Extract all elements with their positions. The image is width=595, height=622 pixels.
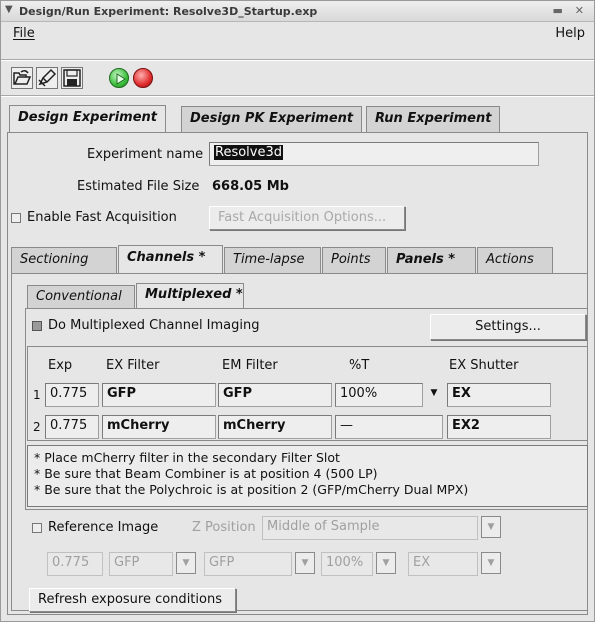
menu-bar: File Help	[1, 23, 594, 45]
reference-percent-t-field[interactable]: 100%	[321, 552, 373, 576]
z-position-label: Z Position	[192, 520, 256, 535]
edit-icon[interactable]	[36, 67, 58, 89]
col-header-ex-shutter: EX Shutter	[449, 358, 519, 373]
tab-multiplexed[interactable]: Multiplexed *	[136, 283, 244, 309]
toolbar	[1, 67, 594, 95]
row-index: 2	[33, 420, 41, 434]
fast-acquisition-label: Enable Fast Acquisition	[27, 210, 177, 225]
experiment-name-value: Resolve3d	[214, 145, 283, 160]
reference-image-label: Reference Image	[48, 520, 159, 535]
title-bar[interactable]: ▼ Design/Run Experiment: Resolve3D_Start…	[1, 1, 594, 22]
percent-t-field[interactable]: 100%	[335, 383, 423, 407]
dropdown-arrow-icon[interactable]: ▼	[424, 383, 444, 405]
dropdown-arrow-icon[interactable]: ▼	[376, 552, 396, 574]
note-line: * Place mCherry filter in the secondary …	[34, 450, 340, 465]
toolbar-divider	[1, 95, 594, 97]
ex-filter-field[interactable]: mCherry	[102, 415, 216, 439]
dropdown-arrow-icon[interactable]: ▼	[176, 552, 196, 574]
tab-design-experiment[interactable]: Design Experiment	[9, 105, 166, 133]
percent-t-field[interactable]: —	[335, 415, 443, 439]
menu-divider	[1, 59, 594, 61]
exposure-field[interactable]: 0.775	[45, 383, 99, 407]
tab-sectioning[interactable]: Sectioning	[11, 247, 117, 273]
note-line: * Be sure that the Polychroic is at posi…	[34, 482, 469, 497]
tab-design-pk-experiment[interactable]: Design PK Experiment	[181, 106, 363, 132]
tab-points[interactable]: Points	[322, 247, 386, 273]
fast-acquisition-checkbox[interactable]	[11, 213, 21, 223]
note-line: * Be sure that Beam Combiner is at posit…	[34, 466, 378, 481]
dropdown-arrow-icon[interactable]: ▼	[481, 552, 501, 574]
settings-button[interactable]: Settings...	[430, 314, 586, 340]
col-header-em-filter: EM Filter	[222, 358, 278, 373]
tab-conventional[interactable]: Conventional	[27, 285, 135, 309]
experiment-window: ▼ Design/Run Experiment: Resolve3D_Start…	[0, 0, 595, 622]
fast-acquisition-options-button[interactable]: Fast Acquisition Options...	[209, 206, 405, 230]
col-header-ex-filter: EX Filter	[106, 358, 160, 373]
row-index: 1	[33, 388, 41, 402]
play-icon[interactable]	[109, 68, 129, 88]
exposure-field[interactable]: 0.775	[45, 415, 99, 439]
reference-em-filter-field[interactable]: GFP	[204, 552, 292, 576]
ex-shutter-field[interactable]: EX	[447, 383, 551, 407]
tab-channels[interactable]: Channels *	[118, 245, 223, 273]
tab-run-experiment[interactable]: Run Experiment	[366, 106, 501, 132]
tab-panels[interactable]: Panels *	[387, 247, 476, 273]
ex-shutter-field[interactable]: EX2	[447, 415, 551, 439]
open-folder-icon[interactable]	[11, 67, 33, 89]
menu-help[interactable]: Help	[555, 26, 585, 41]
reference-exposure-field[interactable]: 0.775	[47, 552, 103, 576]
reference-ex-shutter-field[interactable]: EX	[408, 552, 478, 576]
reference-ex-filter-field[interactable]: GFP	[109, 552, 173, 576]
z-position-field[interactable]: Middle of Sample	[262, 516, 478, 540]
multiplexed-imaging-label: Do Multiplexed Channel Imaging	[48, 318, 260, 333]
em-filter-field[interactable]: GFP	[218, 383, 332, 407]
file-size-label: Estimated File Size	[77, 179, 200, 194]
window-menu-icon[interactable]: ▼	[5, 4, 13, 15]
window-title: Design/Run Experiment: Resolve3D_Startup…	[19, 5, 318, 18]
window-controls[interactable]: ▬ ✕	[553, 4, 588, 17]
reference-image-checkbox[interactable]	[32, 523, 42, 533]
refresh-exposure-button[interactable]: Refresh exposure conditions	[29, 588, 236, 612]
em-filter-field[interactable]: mCherry	[218, 415, 332, 439]
experiment-name-field[interactable]: Resolve3d	[209, 142, 539, 166]
tab-time-lapse[interactable]: Time-lapse	[224, 247, 321, 273]
dropdown-arrow-icon[interactable]: ▼	[481, 516, 501, 538]
col-header-percent-t: %T	[349, 358, 370, 373]
ex-filter-field[interactable]: GFP	[102, 383, 216, 407]
save-icon[interactable]	[61, 67, 83, 89]
dropdown-arrow-icon[interactable]: ▼	[295, 552, 315, 574]
file-size-value: 668.05 Mb	[212, 179, 289, 194]
multiplexed-imaging-checkbox[interactable]	[32, 321, 42, 331]
tab-actions[interactable]: Actions	[477, 247, 553, 273]
notes-box[interactable]: * Place mCherry filter in the secondary …	[27, 445, 588, 507]
record-icon[interactable]	[133, 68, 153, 88]
col-header-exp: Exp	[48, 358, 73, 373]
experiment-name-label: Experiment name	[87, 147, 204, 162]
menu-file[interactable]: File	[13, 26, 35, 41]
